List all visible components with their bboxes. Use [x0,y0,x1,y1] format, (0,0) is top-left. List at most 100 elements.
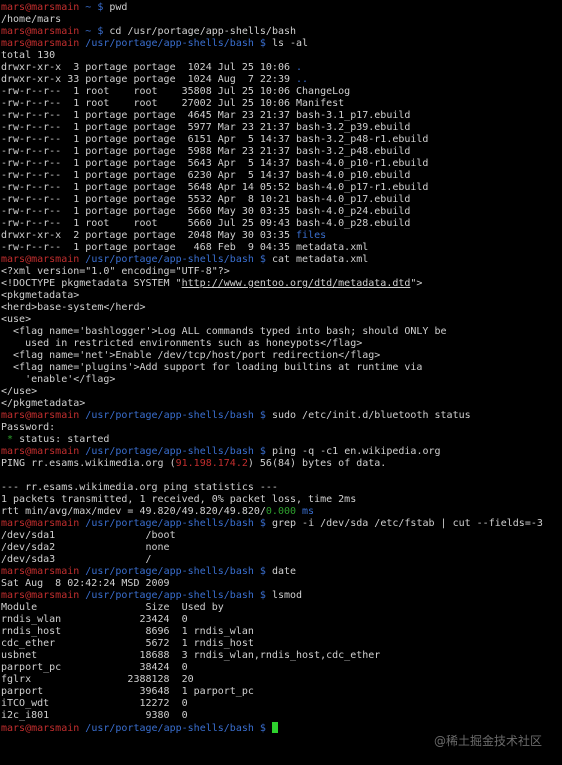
output-line: </pkgmetadata> [1,398,562,410]
output-line: -rw-r--r-- 1 portage portage 6230 Apr 5 … [1,170,562,182]
output-text: -rw-r--r-- 1 root root 35808 Jul 25 10:0… [1,86,351,97]
command-text: cat metadata.xml [271,254,369,265]
directory-name: .. [296,74,309,85]
output-line: <use> [1,314,562,326]
output-line: <flag name='net'>Enable /dev/tcp/host/po… [1,350,562,362]
output-text: <flag name='net'>Enable /dev/tcp/host/po… [1,350,381,361]
output-text: --- rr.esams.wikimedia.org ping statisti… [1,482,278,493]
output-text: Module Size Used by [1,602,224,613]
output-text: </use> [1,386,38,397]
output-line: <?xml version="1.0" encoding="UTF-8"?> [1,266,562,278]
output-text: -rw-r--r-- 1 portage portage 6230 Apr 5 … [1,170,411,181]
output-line: -rw-r--r-- 1 root root 5660 Jul 25 09:43… [1,218,562,230]
output-text: <flag name='plugins'>Add support for loa… [1,362,423,373]
prompt-path: /usr/portage/app-shells/bash [79,38,260,49]
output-line: /dev/sda2 none [1,542,562,554]
output-line: <herd>base-system</herd> [1,302,562,314]
command-text: ls -al [271,38,309,49]
prompt-line: mars@marsmain /usr/portage/app-shells/ba… [1,410,562,422]
prompt-symbol: $ [259,723,272,734]
prompt-path: /usr/portage/app-shells/bash [79,590,260,601]
output-text: /home/mars [1,14,62,25]
output-text: -rw-r--r-- 1 portage portage 5988 Mar 23… [1,146,411,157]
output-line: --- rr.esams.wikimedia.org ping statisti… [1,482,562,494]
output-text: status: started [19,434,110,445]
output-line: Module Size Used by [1,602,562,614]
output-text: /dev/sda2 none [1,542,170,553]
output-text: -rw-r--r-- 1 portage portage 4645 Mar 23… [1,110,411,121]
prompt-line: mars@marsmain ~ $ cd /usr/portage/app-sh… [1,26,562,38]
output-text: i2c_i801 9380 0 [1,710,188,721]
output-text: rndis_wlan 23424 0 [1,614,188,625]
output-line: drwxr-xr-x 33 portage portage 1024 Aug 7… [1,74,562,86]
prompt-symbol: $ [259,254,272,265]
output-line: i2c_i801 9380 0 [1,710,562,722]
output-text: ) 56(84) bytes of data. [247,458,387,469]
output-line: * status: started [1,434,562,446]
output-text: 1 packets transmitted, 1 received, 0% pa… [1,494,357,505]
output-line: -rw-r--r-- 1 portage portage 4645 Mar 23… [1,110,562,122]
output-line: -rw-r--r-- 1 root root 27002 Jul 25 10:0… [1,98,562,110]
output-text: -rw-r--r-- 1 portage portage 6151 Apr 5 … [1,134,429,145]
output-line: parport_pc 38424 0 [1,662,562,674]
output-text: total 130 [1,50,56,61]
prompt-path: /usr/portage/app-shells/bash [79,410,260,421]
output-text: <use> [1,314,32,325]
prompt-path: ~ [79,26,98,37]
output-text: <!DOCTYPE pkgmetadata SYSTEM " [1,278,182,289]
output-line: -rw-r--r-- 1 portage portage 5532 Apr 8 … [1,194,562,206]
output-text: <?xml version="1.0" encoding="UTF-8"?> [1,266,230,277]
output-line: parport 39648 1 parport_pc [1,686,562,698]
output-line: Sat Aug 8 02:42:24 MSD 2009 [1,578,562,590]
output-line: -rw-r--r-- 1 portage portage 5648 Apr 14… [1,182,562,194]
prompt-user: mars@marsmain [1,446,80,457]
prompt-line: mars@marsmain /usr/portage/app-shells/ba… [1,590,562,602]
output-text: parport_pc 38424 0 [1,662,188,673]
output-text: Password: [1,422,56,433]
prompt-user: mars@marsmain [1,566,80,577]
output-line: 'enable'</flag> [1,374,562,386]
prompt-path: /usr/portage/app-shells/bash [79,518,260,529]
prompt-path: /usr/portage/app-shells/bash [79,254,260,265]
prompt-user: mars@marsmain [1,38,80,49]
command-text: cd /usr/portage/app-shells/bash [109,26,297,37]
output-text: drwxr-xr-x 3 portage portage 1024 Jul 25… [1,62,297,73]
output-line: used in restricted environments such as … [1,338,562,350]
prompt-path: /usr/portage/app-shells/bash [79,566,260,577]
output-text: rtt min/avg/max/mdev = 49.820/49.820/49.… [1,506,266,517]
prompt-line: mars@marsmain /usr/portage/app-shells/ba… [1,566,562,578]
output-line: -rw-r--r-- 1 portage portage 6151 Apr 5 … [1,134,562,146]
output-text: <flag name='bashlogger'>Log ALL commands… [1,326,447,337]
output-line: cdc_ether 5672 1 rndis_host [1,638,562,650]
output-line: -rw-r--r-- 1 portage portage 5643 Apr 5 … [1,158,562,170]
prompt-user: mars@marsmain [1,410,80,421]
output-line: /dev/sda1 /boot [1,530,562,542]
prompt-symbol: $ [97,26,110,37]
url-link[interactable]: http://www.gentoo.org/dtd/metadata.dtd [182,278,411,289]
output-text: "> [410,278,423,289]
command-text: date [271,566,297,577]
output-line: drwxr-xr-x 3 portage portage 1024 Jul 25… [1,62,562,74]
output-text: ms [296,506,315,517]
output-text: * [1,434,20,445]
terminal-window[interactable]: mars@marsmain ~ $ pwd/home/mars mars@mars… [1,2,562,765]
output-line: usbnet 18688 3 rndis_wlan,rndis_host,cdc… [1,650,562,662]
command-text: lsmod [271,590,303,601]
text-cursor [271,722,278,733]
output-text: <herd>base-system</herd> [1,302,146,313]
prompt-symbol: $ [259,446,272,457]
prompt-line: mars@marsmain ~ $ pwd [1,2,562,14]
ip-address: 91.198.174.2 [175,458,248,469]
prompt-line: mars@marsmain /usr/portage/app-shells/ba… [1,518,562,530]
output-text: -rw-r--r-- 1 portage portage 468 Feb 9 0… [1,242,369,253]
output-line: -rw-r--r-- 1 portage portage 5977 Mar 23… [1,122,562,134]
output-line: -rw-r--r-- 1 root root 35808 Jul 25 10:0… [1,86,562,98]
output-text: PING rr.esams.wikimedia.org ( [1,458,176,469]
prompt-line: mars@marsmain /usr/portage/app-shells/ba… [1,38,562,50]
prompt-user: mars@marsmain [1,2,80,13]
watermark: @稀土掘金技术社区 [433,734,542,748]
output-text: Sat Aug 8 02:42:24 MSD 2009 [1,578,170,589]
output-text: -rw-r--r-- 1 portage portage 5532 Apr 8 … [1,194,411,205]
directory-name: . [296,62,303,73]
output-text: iTCO_wdt 12272 0 [1,698,188,709]
